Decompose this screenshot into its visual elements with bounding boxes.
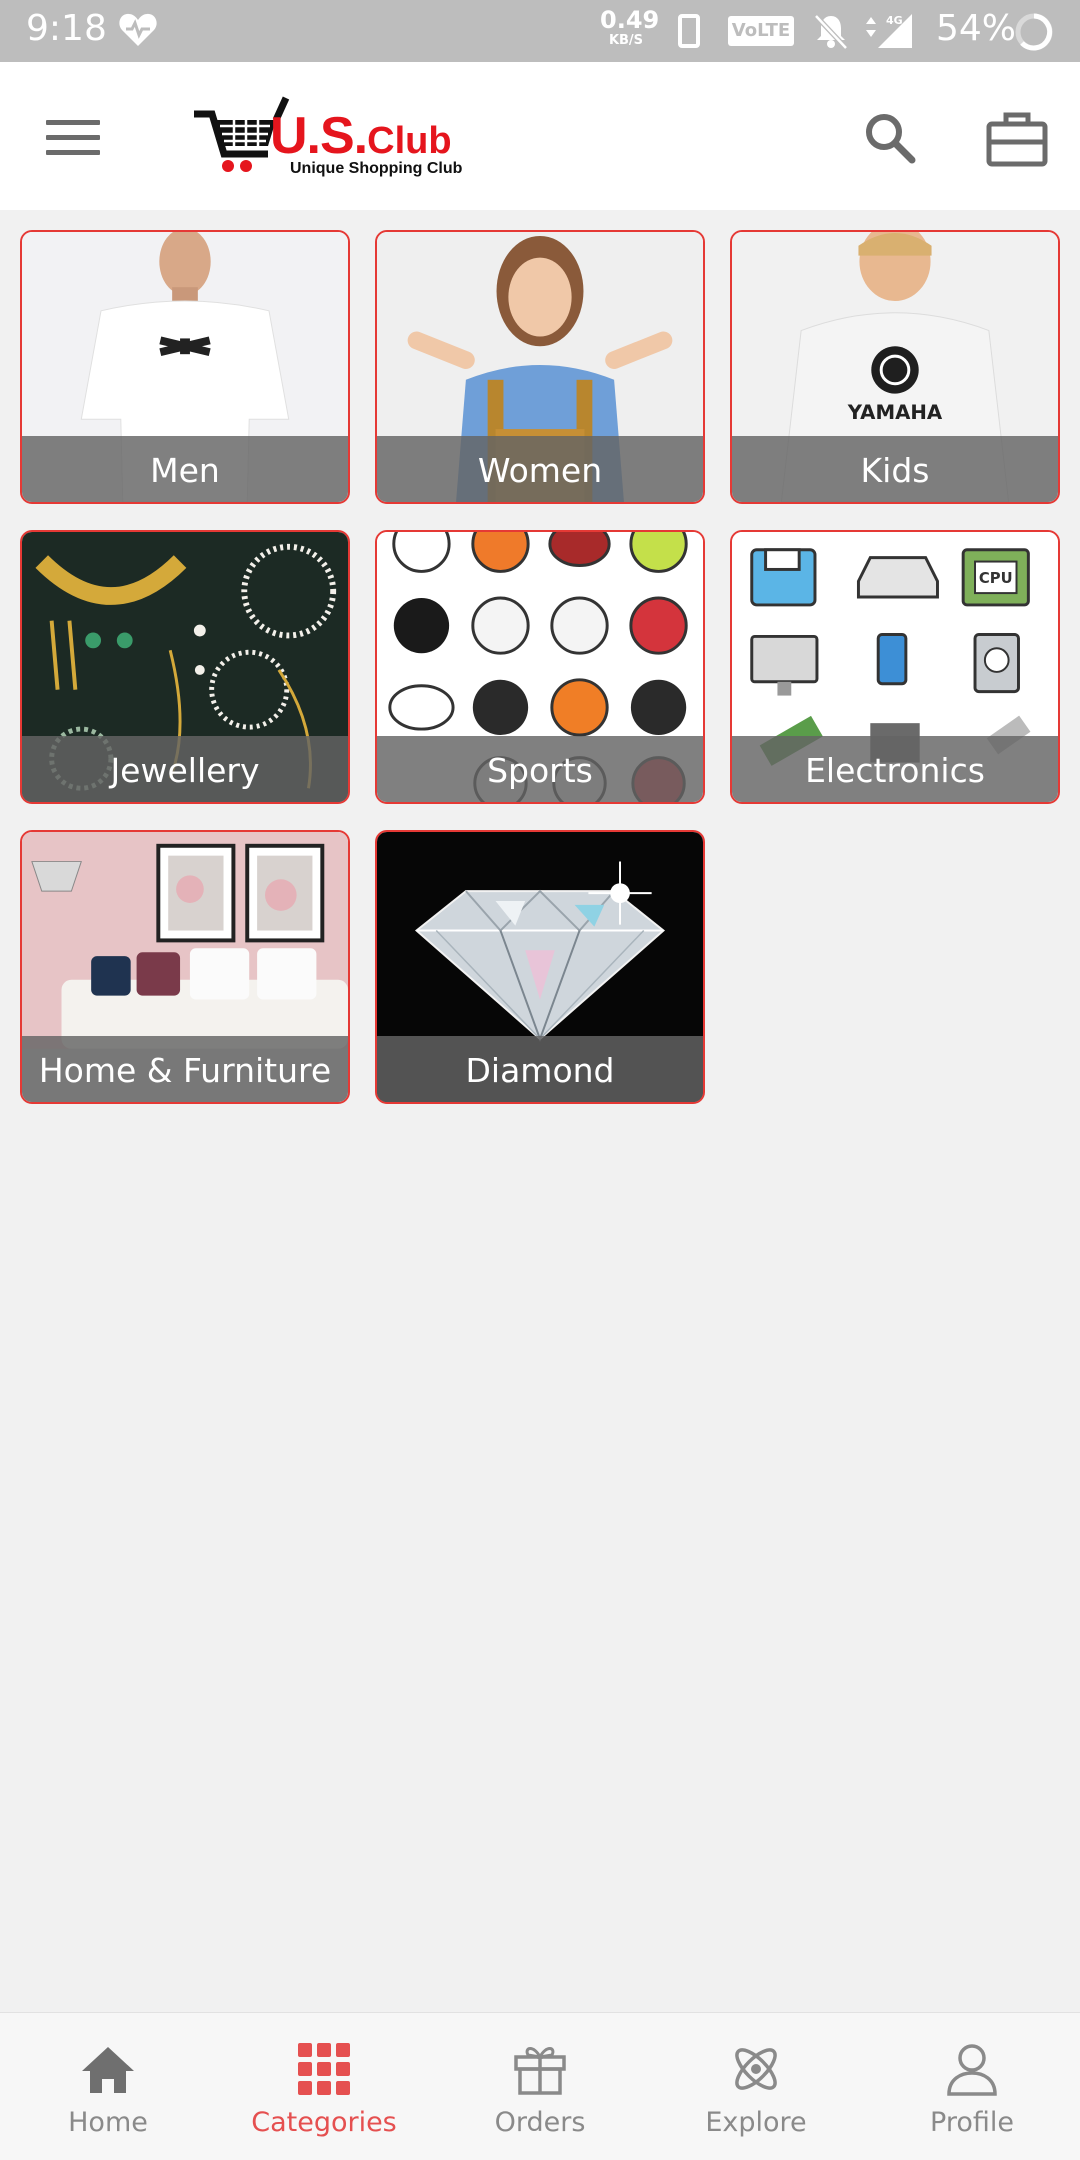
grid-icon [298,2043,350,2095]
home-icon [82,2047,134,2093]
battery-percent: 54% [936,8,1017,49]
category-tile-men[interactable]: Men [20,230,350,504]
category-tile-diamond[interactable]: Diamond [375,830,705,1104]
nav-label-home: Home [68,2107,148,2138]
category-tile-electronics[interactable]: CPU Electronics [730,530,1060,804]
nav-item-profile[interactable]: Profile [864,2013,1080,2160]
status-time: 9:18 [26,8,107,49]
battery-icon [1015,13,1053,51]
nav-label-orders: Orders [494,2107,586,2138]
network-speed-value: 0.49 [600,6,660,34]
status-bar: 9:18 0.49 KB/S VoLTE 4G 54% [0,0,1080,62]
atom-icon [735,2048,777,2090]
svg-text:4G: 4G [886,14,903,27]
category-label: Home & Furniture [38,1051,332,1090]
menu-icon [46,120,100,125]
category-label: Jewellery [110,751,260,790]
search-icon[interactable] [862,110,918,166]
category-tile-jewellery[interactable]: Jewellery [20,530,350,804]
logo-us: U.S. [270,107,368,165]
svg-text:YAMAHA: YAMAHA [847,401,943,424]
heart-icon [119,13,157,46]
nav-item-explore[interactable]: Explore [648,2013,864,2160]
volte-badge: VoLTE [728,16,794,46]
category-label: Kids [860,451,930,490]
category-tile-home-furniture[interactable]: Home & Furniture [20,830,350,1104]
menu-button[interactable] [46,120,100,160]
nav-item-orders[interactable]: Orders [432,2013,648,2160]
category-tile-sports[interactable]: Sports [375,530,705,804]
nav-label-profile: Profile [930,2107,1014,2138]
nav-item-home[interactable]: Home [0,2013,216,2160]
network-speed-unit: KB/S [608,33,644,48]
bell-off-icon [814,14,848,50]
logo-wordmark: U.S.Club [270,106,452,166]
category-tile-women[interactable]: Women [375,230,705,504]
vibrate-icon [678,14,700,48]
bottom-navigation: Home Categories Orders Explore Profile [0,2012,1080,2160]
logo-club: Club [367,120,452,162]
logo-tagline: Unique Shopping Club [290,160,463,177]
app-bar: U.S.Club Unique Shopping Club [0,62,1080,210]
category-label: Women [477,451,603,490]
signal-icon: 4G [866,14,912,48]
user-icon [947,2044,997,2096]
bag-icon[interactable] [986,110,1048,168]
nav-label-categories: Categories [251,2107,397,2138]
nav-item-categories[interactable]: Categories [216,2013,432,2160]
app-logo[interactable]: U.S.Club Unique Shopping Club [190,94,480,184]
nav-label-explore: Explore [705,2107,807,2138]
network-speed: 0.49 KB/S [600,6,660,48]
category-label: Diamond [465,1051,615,1090]
svg-text:CPU: CPU [979,570,1013,587]
category-label: Sports [487,751,593,790]
category-tile-kids[interactable]: YAMAHA Kids [730,230,1060,504]
category-label: Electronics [805,751,985,790]
category-label: Men [150,451,220,490]
gift-icon [514,2047,566,2095]
